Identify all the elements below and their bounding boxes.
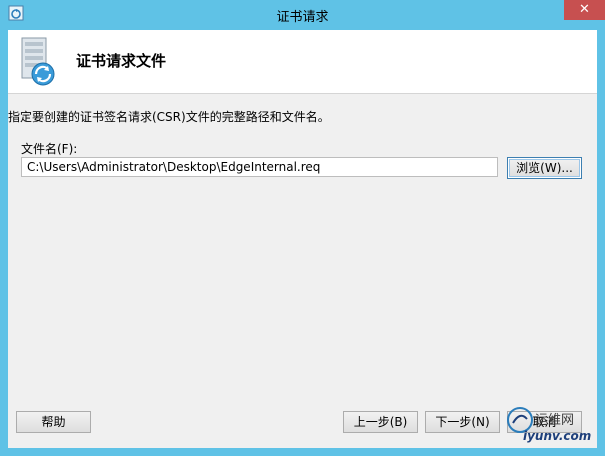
- back-button[interactable]: 上一步(B): [343, 411, 418, 433]
- header-panel: 证书请求文件: [8, 30, 597, 94]
- close-icon: ✕: [579, 2, 590, 17]
- page-title: 证书请求文件: [76, 52, 167, 70]
- certificate-request-icon: [21, 37, 55, 86]
- description-text: 指定要创建的证书签名请求(CSR)文件的完整路径和文件名。: [8, 110, 330, 124]
- browse-button[interactable]: 浏览(W)...: [507, 157, 582, 179]
- close-button[interactable]: ✕: [564, 0, 605, 20]
- help-button[interactable]: 帮助: [16, 411, 91, 433]
- next-button[interactable]: 下一步(N): [425, 411, 500, 433]
- dialog-client-area: 证书请求文件 指定要创建的证书签名请求(CSR)文件的完整路径和文件名。 文件名…: [8, 30, 597, 448]
- cancel-button[interactable]: 取消: [507, 411, 582, 433]
- title-bar[interactable]: 证书请求 ✕: [0, 0, 605, 28]
- window-title: 证书请求: [276, 10, 329, 25]
- dialog-window: 证书请求 ✕ 证书请求文件 指定要创建的证书签名请求(CSR)文件的完整路径和文…: [0, 0, 605, 456]
- filename-label: 文件名(F):: [21, 142, 78, 156]
- filename-input[interactable]: [21, 157, 498, 177]
